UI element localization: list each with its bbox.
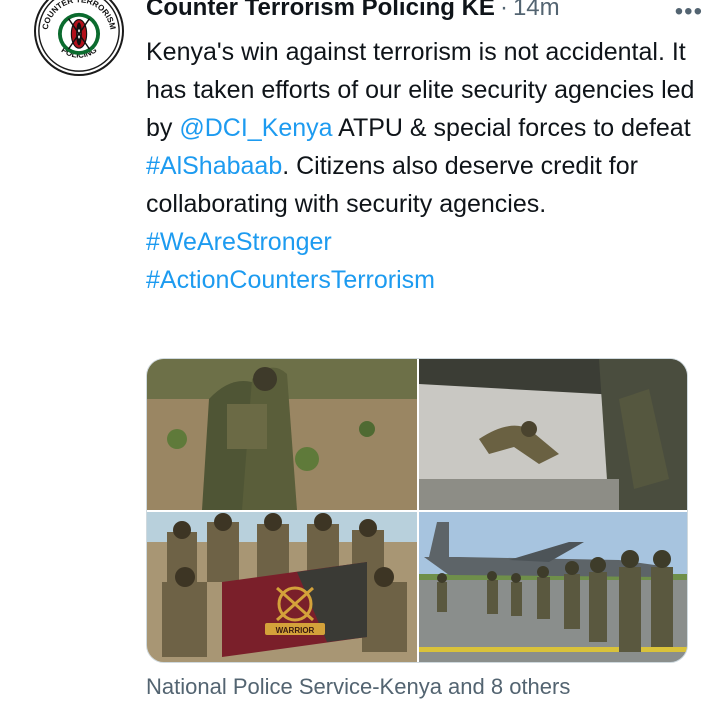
tweet-text-part: ATPU & special forces to defeat bbox=[332, 114, 691, 142]
photo-soldiers-field[interactable] bbox=[147, 359, 417, 510]
photo-soldiers-flag[interactable]: WARRIOR bbox=[147, 512, 417, 662]
media-grid: WARRIOR bbox=[146, 358, 688, 663]
separator-dot: · bbox=[499, 0, 508, 21]
tweet-header: Counter Terrorism Policing KE · 14m bbox=[146, 0, 699, 28]
tagged-users-link[interactable]: National Police Service-Kenya and 8 othe… bbox=[146, 674, 570, 700]
mention-dci-kenya[interactable]: @DCI_Kenya bbox=[179, 114, 332, 142]
hashtag-alshabaab[interactable]: #AlShabaab bbox=[146, 152, 282, 180]
counter-terrorism-logo: COUNTER TERRORISM POLICING bbox=[36, 0, 122, 74]
author-name[interactable]: Counter Terrorism Policing KE bbox=[146, 0, 495, 22]
avatar[interactable]: COUNTER TERRORISM POLICING bbox=[34, 0, 124, 76]
photo-troops-aircraft[interactable] bbox=[419, 512, 687, 662]
banner-text: WARRIOR bbox=[276, 626, 315, 635]
hashtag-actioncountersterrorism[interactable]: #ActionCountersTerrorism bbox=[146, 266, 435, 294]
tweet-text: Kenya's win against terrorism is not acc… bbox=[146, 33, 706, 299]
more-options-icon[interactable]: ••• bbox=[675, 0, 703, 26]
photo-paratrooper-jump[interactable] bbox=[419, 359, 687, 510]
hashtag-wearestronger[interactable]: #WeAreStronger bbox=[146, 228, 332, 256]
timestamp[interactable]: 14m bbox=[513, 0, 560, 22]
